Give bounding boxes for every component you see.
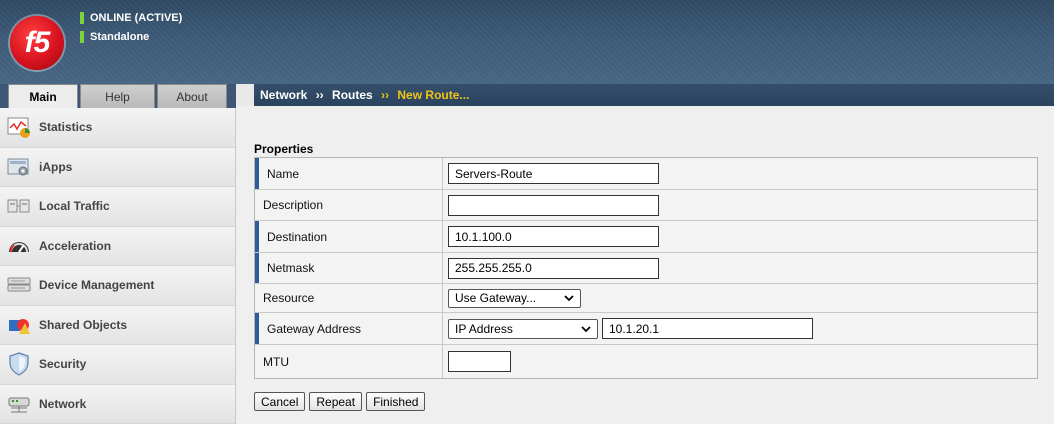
breadcrumb-network[interactable]: Network	[260, 88, 307, 102]
gateway-label: Gateway Address	[255, 313, 443, 344]
breadcrumb: Network ›› Routes ›› New Route...	[254, 84, 1054, 106]
row-description: Description	[255, 190, 1037, 221]
breadcrumb-separator: ››	[381, 88, 390, 102]
netmask-label: Netmask	[255, 253, 443, 283]
top-tabs: Main Help About	[0, 84, 236, 108]
breadcrumb-current: New Route...	[397, 88, 470, 102]
description-input[interactable]	[448, 194, 659, 216]
sidebar-item-label: Acceleration	[39, 238, 112, 253]
status-online: ONLINE (ACTIVE)	[80, 12, 183, 25]
chevron-down-icon	[564, 291, 574, 305]
gateway-type-select[interactable]: IP Address	[448, 318, 598, 339]
main-content: Properties Name Description Destination …	[236, 106, 1054, 424]
row-resource: Resource Use Gateway...	[255, 284, 1037, 313]
chevron-down-icon	[581, 322, 591, 336]
mtu-label: MTU	[255, 345, 443, 378]
sidebar-item-shared-objects[interactable]: Shared Objects	[0, 305, 235, 345]
gateway-type-value: IP Address	[455, 321, 513, 336]
form-buttons: Cancel Repeat Finished	[254, 392, 426, 411]
sidebar-item-statistics[interactable]: Statistics	[0, 108, 235, 148]
network-icon	[6, 392, 32, 416]
section-title: Properties	[254, 142, 314, 156]
destination-input[interactable]	[448, 226, 659, 247]
destination-cell	[443, 221, 1037, 252]
sidebar-item-acceleration[interactable]: Acceleration	[0, 226, 235, 266]
breadcrumb-separator: ››	[315, 88, 324, 102]
sidebar-item-label: Device Management	[39, 278, 155, 293]
resource-select-value: Use Gateway...	[455, 291, 537, 305]
app-header: f5 ONLINE (ACTIVE) Standalone	[0, 0, 1054, 84]
breadcrumb-routes[interactable]: Routes	[332, 88, 373, 102]
status-mode: Standalone	[80, 31, 150, 44]
row-destination: Destination	[255, 221, 1037, 253]
description-label: Description	[255, 190, 443, 220]
tab-about[interactable]: About	[157, 84, 227, 108]
status-mode-text: Standalone	[90, 31, 150, 43]
status-indicator-icon	[80, 31, 84, 44]
f5-logo[interactable]: f5	[10, 16, 64, 70]
sidebar-item-label: Network	[39, 396, 87, 411]
row-mtu: MTU	[255, 345, 1037, 378]
mtu-input[interactable]	[448, 351, 511, 372]
row-netmask: Netmask	[255, 253, 1037, 284]
name-cell	[443, 158, 1037, 189]
shield-icon	[6, 352, 32, 376]
status-online-text: ONLINE (ACTIVE)	[90, 12, 183, 24]
resource-label: Resource	[255, 284, 443, 312]
repeat-button[interactable]: Repeat	[309, 392, 363, 411]
sidebar-item-label: Local Traffic	[39, 199, 110, 214]
tab-main[interactable]: Main	[8, 84, 78, 108]
resource-cell: Use Gateway...	[443, 284, 1037, 312]
finished-button[interactable]: Finished	[366, 392, 426, 411]
destination-label: Destination	[255, 221, 443, 252]
logo-text: f5	[24, 26, 51, 59]
description-cell	[443, 190, 1037, 220]
sidebar-item-network[interactable]: Network	[0, 384, 235, 424]
name-input[interactable]	[448, 163, 659, 184]
cancel-button[interactable]: Cancel	[254, 392, 306, 411]
properties-table: Name Description Destination Netmask Res…	[254, 157, 1038, 379]
statistics-icon	[6, 115, 32, 139]
sidebar-item-label: Security	[39, 357, 87, 372]
sidebar-item-device-management[interactable]: Device Management	[0, 266, 235, 306]
row-gateway-address: Gateway Address IP Address	[255, 313, 1037, 345]
sidebar-item-iapps[interactable]: iApps	[0, 147, 235, 187]
iapps-icon	[6, 155, 32, 179]
resource-select[interactable]: Use Gateway...	[448, 288, 581, 308]
tab-help[interactable]: Help	[80, 84, 155, 108]
shared-objects-icon	[6, 313, 32, 337]
netmask-input[interactable]	[448, 257, 659, 279]
row-name: Name	[255, 158, 1037, 190]
netmask-cell	[443, 253, 1037, 283]
sidebar-item-local-traffic[interactable]: Local Traffic	[0, 187, 235, 227]
speedometer-icon	[6, 234, 32, 258]
gateway-address-input[interactable]	[602, 318, 813, 339]
gateway-cell: IP Address	[443, 313, 1037, 344]
sidebar: Statistics iApps Local Traffic Accelerat…	[0, 108, 236, 424]
mtu-cell	[443, 345, 1037, 378]
sidebar-item-label: iApps	[39, 159, 73, 174]
name-label: Name	[255, 158, 443, 189]
sidebar-item-label: Shared Objects	[39, 317, 128, 332]
sidebar-item-security[interactable]: Security	[0, 345, 235, 385]
device-icon	[6, 273, 32, 297]
status-indicator-icon	[80, 12, 84, 25]
sidebar-item-label: Statistics	[39, 120, 93, 135]
local-traffic-icon	[6, 194, 32, 218]
